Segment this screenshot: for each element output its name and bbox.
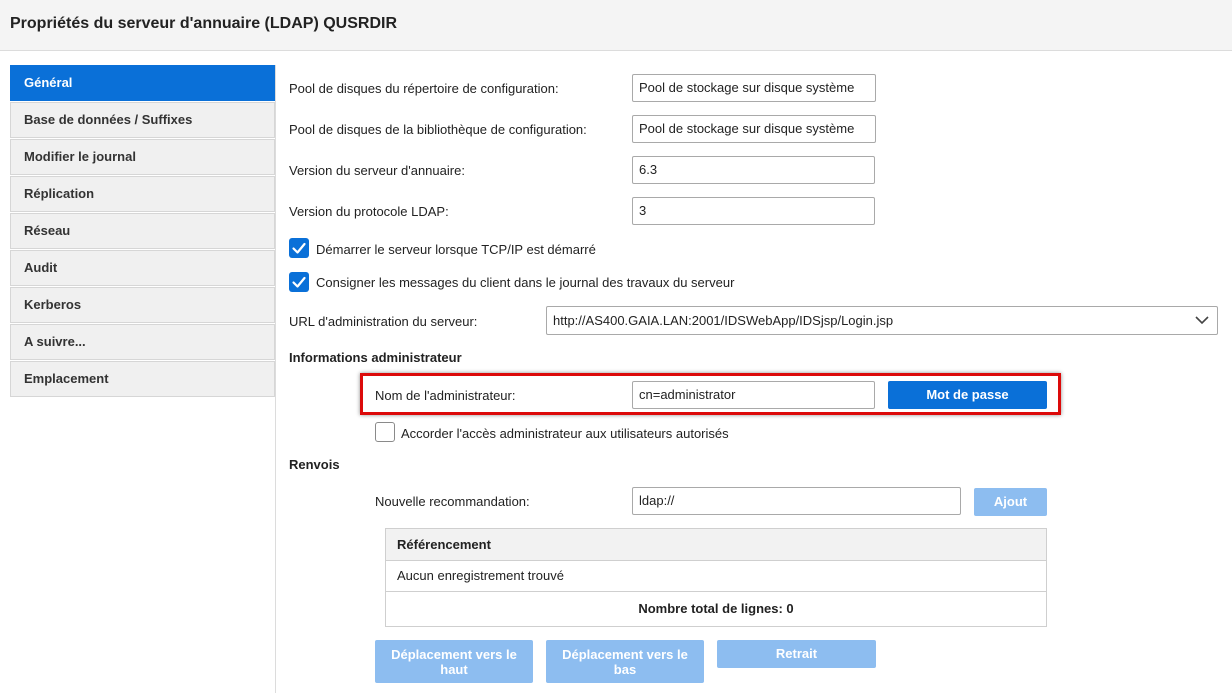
referrals-section-title: Renvois	[289, 457, 340, 472]
table-empty-row: Aucun enregistrement trouvé	[386, 561, 1046, 592]
admin-url-value: http://AS400.GAIA.LAN:2001/IDSWebApp/IDS…	[553, 313, 894, 328]
remove-button[interactable]: Retrait	[717, 640, 876, 668]
sidebar-item-location[interactable]: Emplacement	[10, 361, 275, 397]
sidebar-item-kerberos[interactable]: Kerberos	[10, 287, 275, 323]
ldap-version-label: Version du protocole LDAP:	[289, 204, 449, 219]
chevron-down-icon	[1195, 316, 1209, 325]
new-referral-field[interactable]: ldap://	[632, 487, 961, 515]
config-dir-pool-label: Pool de disques du répertoire de configu…	[289, 81, 559, 96]
sidebar-item-database-suffixes[interactable]: Base de données / Suffixes	[10, 102, 275, 138]
ldap-version-field[interactable]: 3	[632, 197, 875, 225]
add-referral-button[interactable]: Ajout	[974, 488, 1047, 516]
start-with-tcpip-checkbox[interactable]	[289, 238, 309, 258]
sidebar-nav: Général Base de données / Suffixes Modif…	[10, 65, 275, 398]
sidebar-divider	[275, 65, 276, 693]
server-version-label: Version du serveur d'annuaire:	[289, 163, 465, 178]
config-dir-pool-field[interactable]: Pool de stockage sur disque système	[632, 74, 876, 102]
config-lib-pool-label: Pool de disques de la bibliothèque de co…	[289, 122, 587, 137]
dialog-header: Propriétés du serveur d'annuaire (LDAP) …	[0, 0, 1232, 51]
sidebar-item-audit[interactable]: Audit	[10, 250, 275, 286]
table-header: Référencement	[386, 529, 1046, 561]
checkmark-icon	[292, 276, 306, 288]
sidebar-item-change-log[interactable]: Modifier le journal	[10, 139, 275, 175]
checkmark-icon	[292, 242, 306, 254]
move-down-label: Déplacement vers le bas	[562, 646, 688, 677]
password-button[interactable]: Mot de passe	[888, 381, 1047, 409]
sidebar-item-replication[interactable]: Réplication	[10, 176, 275, 212]
sidebar-item-tracking[interactable]: A suivre...	[10, 324, 275, 360]
table-total-rows: Nombre total de lignes: 0	[638, 601, 794, 616]
log-client-messages-checkbox[interactable]	[289, 272, 309, 292]
admin-name-label: Nom de l'administrateur:	[375, 388, 516, 403]
move-up-label: Déplacement vers le haut	[391, 646, 517, 677]
sidebar-item-general[interactable]: Général	[10, 65, 275, 101]
new-referral-label: Nouvelle recommandation:	[375, 494, 530, 509]
admin-section-title: Informations administrateur	[289, 350, 462, 365]
sidebar-item-network[interactable]: Réseau	[10, 213, 275, 249]
start-with-tcpip-label: Démarrer le serveur lorsque TCP/IP est d…	[316, 242, 596, 257]
admin-name-field[interactable]: cn=administrator	[632, 381, 875, 409]
grant-admin-access-label: Accorder l'accès administrateur aux util…	[401, 426, 729, 441]
log-client-messages-label: Consigner les messages du client dans le…	[316, 275, 735, 290]
admin-url-label: URL d'administration du serveur:	[289, 314, 478, 329]
admin-url-select[interactable]: http://AS400.GAIA.LAN:2001/IDSWebApp/IDS…	[546, 306, 1218, 335]
server-version-field[interactable]: 6.3	[632, 156, 875, 184]
grant-admin-access-checkbox[interactable]	[375, 422, 395, 442]
referrals-table: Référencement Aucun enregistrement trouv…	[385, 528, 1047, 627]
move-down-button[interactable]: Déplacement vers le bas	[546, 640, 704, 683]
move-up-button[interactable]: Déplacement vers le haut	[375, 640, 533, 683]
config-lib-pool-field[interactable]: Pool de stockage sur disque système	[632, 115, 876, 143]
dialog-title: Propriétés du serveur d'annuaire (LDAP) …	[10, 15, 397, 32]
